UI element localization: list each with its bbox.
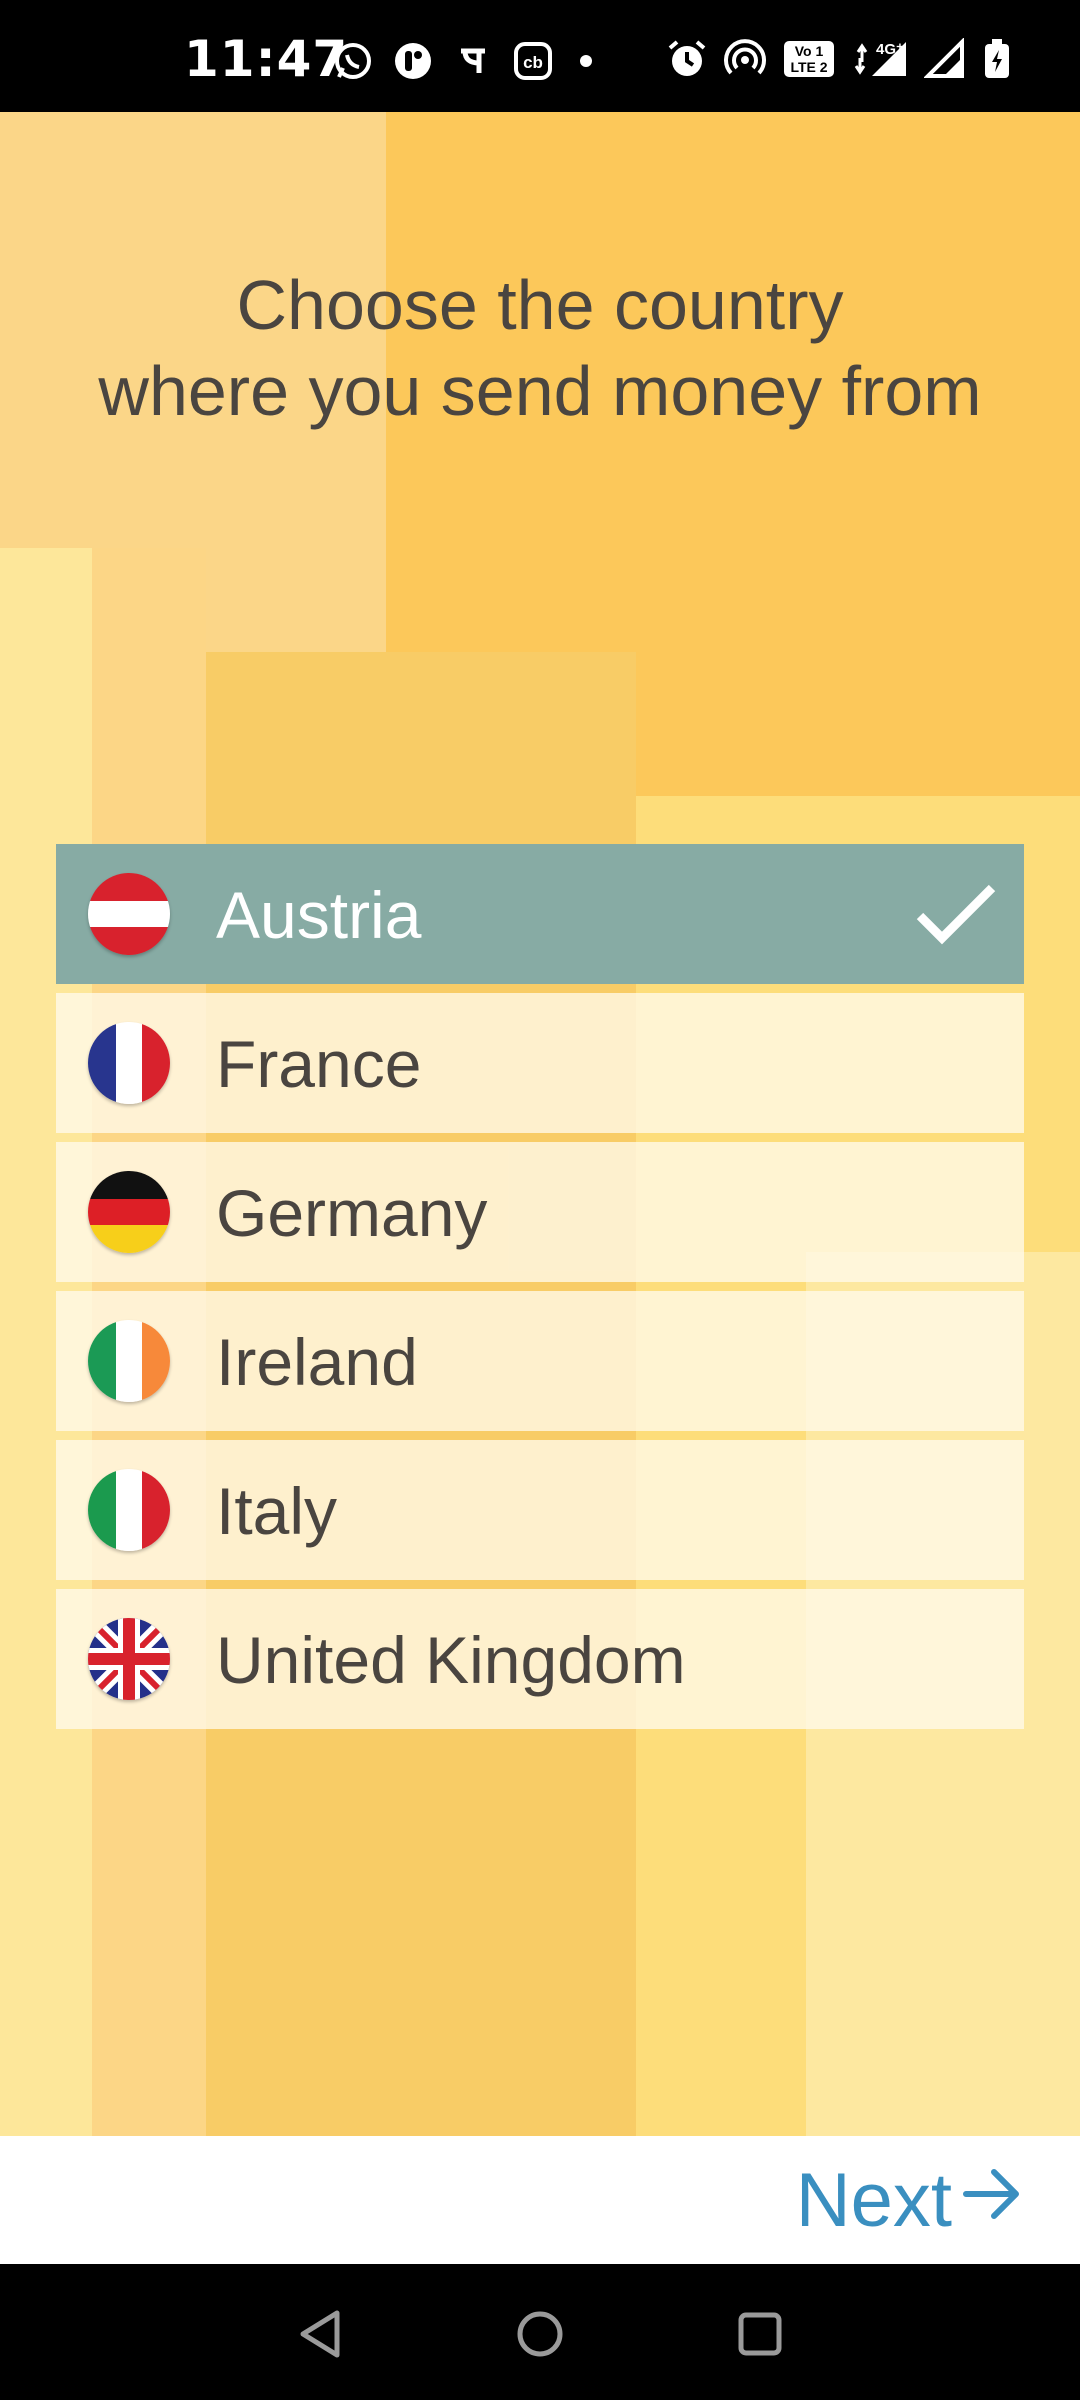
next-button[interactable]: Next [796, 2158, 1024, 2243]
navigation-bar [0, 2264, 1080, 2400]
status-bar: 11:47 cb Vo 1 LTE 2 4G⁺ [0, 0, 1080, 112]
signal-icon [924, 38, 966, 80]
france-flag-icon [88, 1022, 170, 1104]
country-label: United Kingdom [216, 1623, 686, 1697]
country-label: France [216, 1027, 422, 1101]
network-4g-icon: 4G⁺ [852, 38, 908, 80]
country-item-italy[interactable]: Italy [56, 1440, 1024, 1580]
hotspot-icon [724, 38, 766, 80]
country-label: Germany [216, 1176, 488, 1250]
status-icons-left: cb [332, 40, 592, 82]
svg-text:4G⁺: 4G⁺ [876, 41, 904, 58]
battery-charging-icon [982, 38, 1012, 80]
ireland-flag-icon [88, 1320, 170, 1402]
country-label: Austria [216, 878, 422, 952]
home-icon[interactable] [514, 2308, 566, 2360]
svg-text:Vo 1: Vo 1 [795, 43, 824, 59]
cb-icon: cb [512, 40, 554, 82]
main-content: Choose the country where you send money … [0, 112, 1080, 2136]
next-label: Next [795, 2157, 952, 2243]
country-item-germany[interactable]: Germany [56, 1142, 1024, 1282]
back-icon[interactable] [294, 2308, 346, 2360]
svg-text:LTE 2: LTE 2 [790, 59, 827, 75]
arrow-right-icon [952, 2157, 1024, 2244]
country-item-ireland[interactable]: Ireland [56, 1291, 1024, 1431]
check-icon [914, 882, 998, 946]
volte-icon: Vo 1 LTE 2 [782, 38, 836, 80]
country-item-france[interactable]: France [56, 993, 1024, 1133]
country-label: Ireland [216, 1325, 418, 1399]
more-notifications-dot [580, 55, 592, 67]
title-line-2: where you send money from [98, 352, 982, 430]
uk-flag-icon [88, 1618, 170, 1700]
title-line-1: Choose the country [236, 266, 844, 344]
notification-icon [392, 40, 434, 82]
country-list: Austria France Germany Ireland Italy Uni… [56, 844, 1024, 1738]
whatsapp-icon [332, 40, 374, 82]
status-time: 11:47 [184, 30, 349, 88]
bottom-action-bar: Next [0, 2136, 1080, 2264]
germany-flag-icon [88, 1171, 170, 1253]
recents-icon[interactable] [734, 2308, 786, 2360]
italy-flag-icon [88, 1469, 170, 1551]
alarm-icon [666, 38, 708, 80]
country-item-austria[interactable]: Austria [56, 844, 1024, 984]
svg-text:cb: cb [523, 53, 543, 72]
austria-flag-icon [88, 873, 170, 955]
country-item-united-kingdom[interactable]: United Kingdom [56, 1589, 1024, 1729]
country-label: Italy [216, 1474, 338, 1548]
status-icons-right: Vo 1 LTE 2 4G⁺ [666, 38, 1012, 80]
phonepe-icon [452, 40, 494, 82]
page-title: Choose the country where you send money … [0, 262, 1080, 434]
